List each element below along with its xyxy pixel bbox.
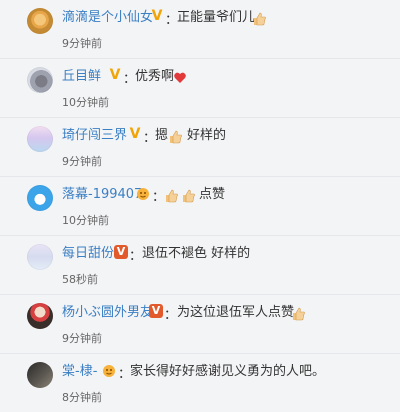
- colon: ：: [129, 249, 143, 264]
- username[interactable]: 棠-棣-: [62, 363, 97, 380]
- username[interactable]: 落幕-199407: [62, 186, 142, 203]
- avatar[interactable]: [27, 303, 53, 329]
- comment-text-2: 好样的: [187, 128, 227, 143]
- verified-gold-icon: V: [151, 8, 163, 24]
- comment-list: 滴滴是个小仙女 V ： 正能量爷们儿 9分钟前 丘目鲜 V ： 优秀啊 10分钟…: [0, 0, 400, 408]
- comment-text: 为这位退伍军人点赞: [177, 305, 295, 320]
- thumbs-up-icon: [169, 129, 183, 148]
- verified-gold-icon: V: [129, 126, 141, 142]
- username[interactable]: 丘目鲜: [62, 68, 101, 85]
- username[interactable]: 每日甜份: [62, 245, 114, 262]
- timestamp: 9分钟前: [62, 332, 102, 345]
- emoji-icon: [102, 364, 116, 378]
- comment-item: 琦仔闯三界 V ： 摁 好样的 9分钟前: [0, 118, 400, 177]
- comment-text: 家长得好好感谢见义勇为的人吧。: [130, 364, 326, 379]
- timestamp: 9分钟前: [62, 37, 102, 50]
- thumbs-up-icon: [292, 306, 306, 325]
- verified-gold-icon: V: [109, 67, 121, 83]
- thumbs-up-icon: [253, 11, 267, 30]
- avatar[interactable]: [27, 244, 53, 270]
- comment-text: 退伍不褪色 好样的: [142, 246, 251, 261]
- timestamp: 8分钟前: [62, 391, 102, 404]
- thumbs-up-icon: [165, 188, 179, 207]
- avatar[interactable]: [27, 185, 53, 211]
- emoji-icon: [136, 187, 150, 201]
- colon: ：: [152, 190, 166, 205]
- comment-item: 杨小ぶ圆外男友 V ： 为这位退伍军人点赞 9分钟前: [0, 295, 400, 354]
- avatar[interactable]: [27, 126, 53, 152]
- comment-text: 点赞: [199, 187, 226, 202]
- comment-text: 摁: [155, 128, 169, 143]
- heart-icon: [173, 70, 187, 89]
- comment-item: 棠-棣- ： 家长得好好感谢见义勇为的人吧。 8分钟前: [0, 354, 400, 412]
- avatar[interactable]: [27, 362, 53, 388]
- avatar[interactable]: [27, 67, 53, 93]
- timestamp: 58秒前: [62, 273, 98, 286]
- timestamp: 10分钟前: [62, 96, 109, 109]
- verified-red-icon: V: [114, 245, 128, 259]
- comment-item: 每日甜份 V ： 退伍不褪色 好样的 58秒前: [0, 236, 400, 295]
- colon: ：: [164, 308, 178, 323]
- comment-item: 丘目鲜 V ： 优秀啊 10分钟前: [0, 59, 400, 118]
- comment-text: 优秀啊: [135, 69, 175, 84]
- username[interactable]: 滴滴是个小仙女: [62, 9, 153, 26]
- avatar[interactable]: [27, 8, 53, 34]
- timestamp: 10分钟前: [62, 214, 109, 227]
- username[interactable]: 杨小ぶ圆外男友: [62, 304, 153, 321]
- comment-text: 正能量爷们儿: [177, 10, 256, 25]
- timestamp: 9分钟前: [62, 155, 102, 168]
- comment-item: 落幕-199407 ： 点赞 10分钟前: [0, 177, 400, 236]
- verified-red-icon: V: [149, 304, 163, 318]
- username[interactable]: 琦仔闯三界: [62, 127, 127, 144]
- thumbs-up-icon: [182, 188, 196, 207]
- comment-item: 滴滴是个小仙女 V ： 正能量爷们儿 9分钟前: [0, 0, 400, 59]
